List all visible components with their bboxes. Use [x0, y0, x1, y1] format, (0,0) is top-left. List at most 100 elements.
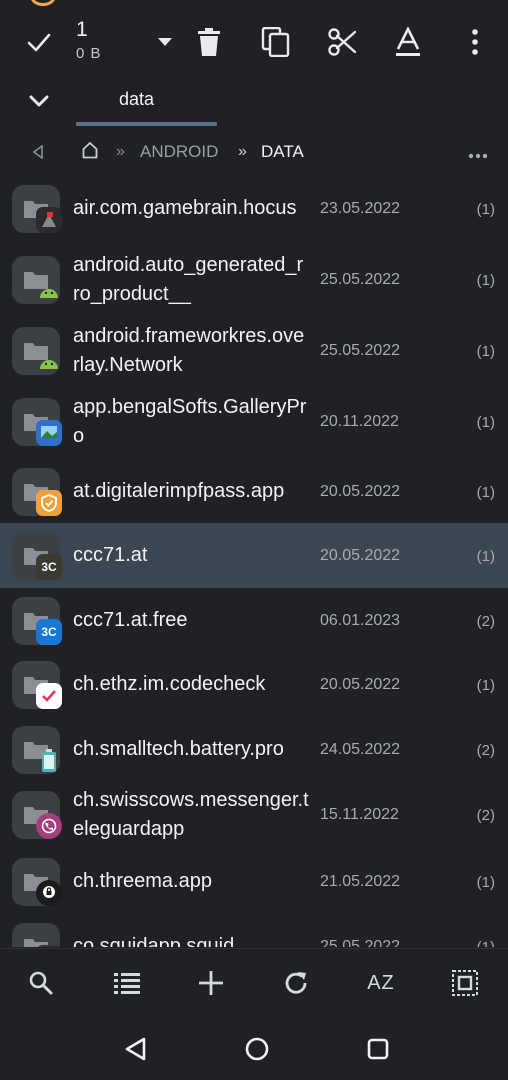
file-count: (1) — [476, 484, 495, 501]
3c-blue-icon: 3C — [36, 619, 62, 645]
file-name: ch.ethz.im.codecheck — [73, 673, 266, 695]
file-date: 20.05.2022 — [320, 547, 401, 564]
file-row[interactable]: 3C ccc71.at.free 06.01.2023 (2) — [0, 588, 508, 653]
threema-icon — [36, 880, 62, 906]
sort-az-button[interactable]: AZ — [363, 966, 399, 1000]
breadcrumb — [0, 136, 508, 168]
file-name: ccc71.at.free — [73, 609, 188, 631]
3c-icon: 3C — [36, 554, 62, 580]
folder-icon — [12, 185, 62, 233]
tab-data[interactable]: data — [119, 89, 154, 110]
file-row[interactable]: ch.swisscows.messenger.teleguardapp 15.11… — [0, 782, 508, 847]
nav-recents-icon[interactable] — [363, 1034, 393, 1064]
file-count: (2) — [476, 742, 495, 759]
expand-chevron-icon[interactable] — [21, 84, 57, 120]
file-row[interactable]: at.digitalerimpfpass.app 20.05.2022 (1) — [0, 459, 508, 524]
bottom-toolbar — [0, 948, 508, 1019]
file-row[interactable]: ch.threema.app 21.05.2022 (1) — [0, 849, 508, 914]
confirm-check-icon[interactable] — [21, 24, 57, 60]
nav-back-icon[interactable] — [121, 1034, 151, 1064]
file-row[interactable]: 3C ccc71.at 20.05.2022 (1) — [0, 523, 508, 588]
android-icon — [36, 278, 62, 304]
file-count: (2) — [476, 807, 495, 824]
file-row[interactable]: android.frameworkres.overlay.Network 25.0… — [0, 318, 508, 383]
delete-icon[interactable] — [191, 24, 227, 60]
file-count: (1) — [476, 874, 495, 891]
file-date: 20.05.2022 — [320, 483, 401, 500]
folder-icon — [12, 661, 62, 709]
folder-icon — [12, 256, 60, 304]
file-date: 20.05.2022 — [320, 676, 401, 693]
battery-icon — [36, 748, 62, 774]
file-date: 25.05.2022 — [320, 938, 401, 947]
folder-icon: 3C — [12, 532, 62, 580]
file-name: app.bengalSofts.GalleryPro — [73, 396, 307, 447]
folder-icon — [12, 858, 62, 906]
file-name: android.frameworkres.overlay.Network — [73, 325, 305, 376]
file-name: ch.smalltech.battery.pro — [73, 738, 284, 760]
more-horizontal-icon[interactable] — [468, 146, 488, 164]
file-date: 20.11.2022 — [320, 413, 399, 430]
dropdown-caret-icon[interactable] — [147, 24, 183, 60]
folder-icon — [12, 327, 60, 375]
search-icon[interactable] — [24, 966, 58, 1000]
shield-check-icon — [36, 490, 62, 516]
file-date: 25.05.2022 — [320, 271, 401, 288]
file-count: (1) — [476, 272, 495, 289]
file-name: android.auto_generated_rro_product__ — [73, 254, 304, 305]
select-all-icon[interactable] — [448, 966, 482, 1000]
file-date: 15.11.2022 — [320, 806, 399, 823]
file-row[interactable]: ch.smalltech.battery.pro 24.05.2022 (2) — [0, 717, 508, 782]
file-row[interactable]: android.auto_generated_rro_product__ 25.0… — [0, 247, 508, 312]
rename-text-icon[interactable] — [390, 24, 426, 60]
copy-icon[interactable] — [258, 24, 294, 60]
breadcrumb-separator: » — [116, 143, 125, 160]
active-tab-indicator — [76, 122, 217, 126]
folder-icon: 3C — [12, 597, 62, 645]
more-vertical-icon[interactable] — [457, 24, 493, 60]
file-count: (1) — [476, 548, 495, 565]
refresh-icon[interactable] — [279, 966, 313, 1000]
file-count: (1) — [476, 414, 495, 431]
codecheck-icon — [36, 683, 62, 709]
file-row[interactable]: air.com.gamebrain.hocus 23.05.2022 (1) — [0, 177, 508, 241]
file-count: (1) — [476, 677, 495, 694]
list-view-icon[interactable] — [110, 966, 144, 1000]
add-plus-icon[interactable] — [194, 966, 228, 1000]
file-name: ch.swisscows.messenger.teleguardapp — [73, 789, 309, 840]
file-name: ch.threema.app — [73, 870, 212, 892]
file-count: (2) — [476, 613, 495, 630]
breadcrumb-android[interactable]: ANDROID — [140, 142, 218, 162]
file-count: (1) — [476, 201, 495, 218]
file-name: co.squidapp.squid — [73, 935, 235, 947]
breadcrumb-separator: » — [238, 143, 247, 160]
file-row[interactable]: ch.ethz.im.codecheck 20.05.2022 (1) — [0, 652, 508, 717]
file-row[interactable]: co.squidapp.squid 25.05.2022 (1) — [0, 914, 508, 947]
folder-icon — [12, 398, 62, 446]
file-row[interactable]: app.bengalSofts.GalleryPro 20.11.2022 (1) — [0, 389, 508, 454]
squid-icon — [36, 945, 62, 947]
back-triangle-icon[interactable] — [32, 144, 44, 164]
folder-icon — [12, 923, 62, 947]
gallery-pro-icon — [36, 420, 62, 446]
folder-icon — [12, 468, 62, 516]
file-name: ccc71.at — [73, 544, 148, 566]
android-icon — [36, 349, 62, 375]
cut-scissors-icon[interactable] — [324, 24, 360, 60]
file-date: 25.05.2022 — [320, 342, 401, 359]
selected-count: 1 — [76, 18, 88, 41]
file-count: (1) — [477, 939, 495, 947]
file-date: 23.05.2022 — [320, 200, 401, 217]
home-icon[interactable] — [82, 141, 98, 164]
file-date: 21.05.2022 — [320, 873, 401, 890]
tab-row — [0, 80, 508, 128]
folder-icon — [12, 791, 62, 839]
selection-toolbar: 1 0 B — [0, 0, 508, 80]
folder-icon — [12, 726, 60, 774]
file-count: (1) — [476, 343, 495, 360]
nav-home-icon[interactable] — [242, 1034, 272, 1064]
breadcrumb-data[interactable]: DATA — [261, 142, 304, 162]
phone-chat-icon — [36, 813, 62, 839]
file-date: 06.01.2023 — [320, 612, 401, 629]
file-name: at.digitalerimpfpass.app — [73, 480, 285, 502]
